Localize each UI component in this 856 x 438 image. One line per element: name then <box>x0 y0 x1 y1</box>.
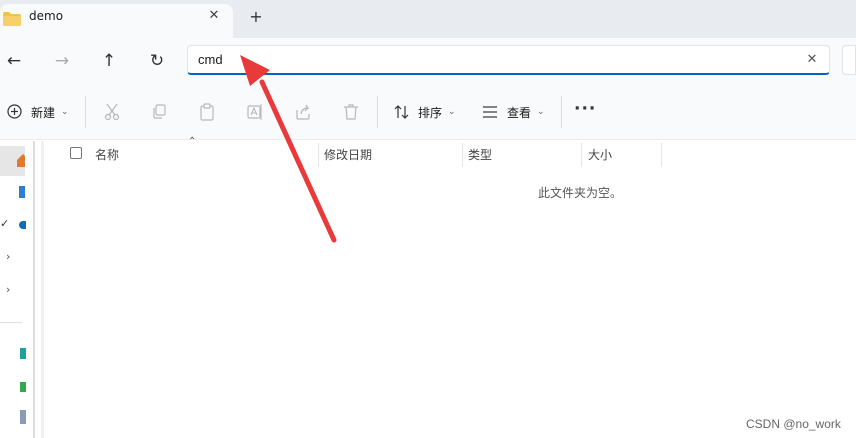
search-box-edge[interactable] <box>842 45 856 75</box>
new-tab-button[interactable]: + <box>248 9 264 25</box>
pane-splitter[interactable] <box>33 141 35 438</box>
column-size[interactable]: 大小 <box>588 146 612 163</box>
tab-title: demo <box>29 9 64 23</box>
paste-icon[interactable] <box>199 103 215 121</box>
forward-button[interactable]: → <box>50 50 74 72</box>
downloads-icon <box>20 382 26 392</box>
column-separator[interactable] <box>462 143 463 167</box>
chevron-right-icon[interactable]: › <box>6 283 10 296</box>
add-icon[interactable] <box>7 104 22 119</box>
copy-icon[interactable] <box>151 104 167 120</box>
cut-icon[interactable] <box>104 103 120 121</box>
watermark: CSDN @no_work <box>746 417 841 431</box>
empty-folder-message: 此文件夹为空。 <box>538 186 623 200</box>
column-separator[interactable] <box>581 143 582 167</box>
chevron-down-icon[interactable]: ⌄ <box>537 107 545 117</box>
clear-icon[interactable]: ✕ <box>804 52 820 67</box>
toolbar-separator <box>85 96 86 128</box>
pane-separator <box>0 322 22 323</box>
column-modified[interactable]: 修改日期 <box>324 146 372 163</box>
chevron-down-icon[interactable]: ⌄ <box>61 107 69 117</box>
desktop-icon <box>20 348 26 359</box>
check-icon: ✓ <box>0 217 10 230</box>
new-button[interactable]: 新建 <box>31 104 55 121</box>
share-icon[interactable] <box>295 103 311 121</box>
sort-icon[interactable] <box>393 104 411 120</box>
select-all-checkbox[interactable] <box>70 147 82 159</box>
view-button[interactable]: 查看 <box>507 104 531 121</box>
chevron-right-icon[interactable]: › <box>6 250 10 263</box>
address-input[interactable]: cmd <box>198 52 223 67</box>
gallery-icon <box>19 186 25 198</box>
chevron-down-icon[interactable]: ⌄ <box>448 107 456 117</box>
navigation-pane <box>0 141 33 438</box>
home-icon <box>17 154 25 167</box>
sort-button[interactable]: 排序 <box>418 104 442 121</box>
address-bar[interactable] <box>187 45 830 75</box>
back-button[interactable]: ← <box>2 50 26 72</box>
column-type[interactable]: 类型 <box>468 146 492 163</box>
toolbar-separator <box>377 96 378 128</box>
up-button[interactable]: ↑ <box>97 50 121 72</box>
column-separator[interactable] <box>318 143 319 167</box>
close-icon[interactable]: ✕ <box>206 8 222 24</box>
onedrive-icon <box>19 221 26 229</box>
delete-icon[interactable] <box>343 103 359 121</box>
rename-icon[interactable] <box>247 103 263 121</box>
column-name[interactable]: 名称 <box>95 146 119 163</box>
view-icon[interactable] <box>482 105 498 119</box>
column-separator[interactable] <box>661 143 662 167</box>
pane-scrollbar[interactable] <box>41 141 44 438</box>
refresh-button[interactable]: ↻ <box>145 50 169 72</box>
more-options-button[interactable]: ··· <box>574 99 596 119</box>
documents-icon <box>20 410 26 424</box>
folder-icon <box>3 12 21 26</box>
sort-ascending-icon: ⌃ <box>188 136 197 147</box>
toolbar-separator <box>561 96 562 128</box>
